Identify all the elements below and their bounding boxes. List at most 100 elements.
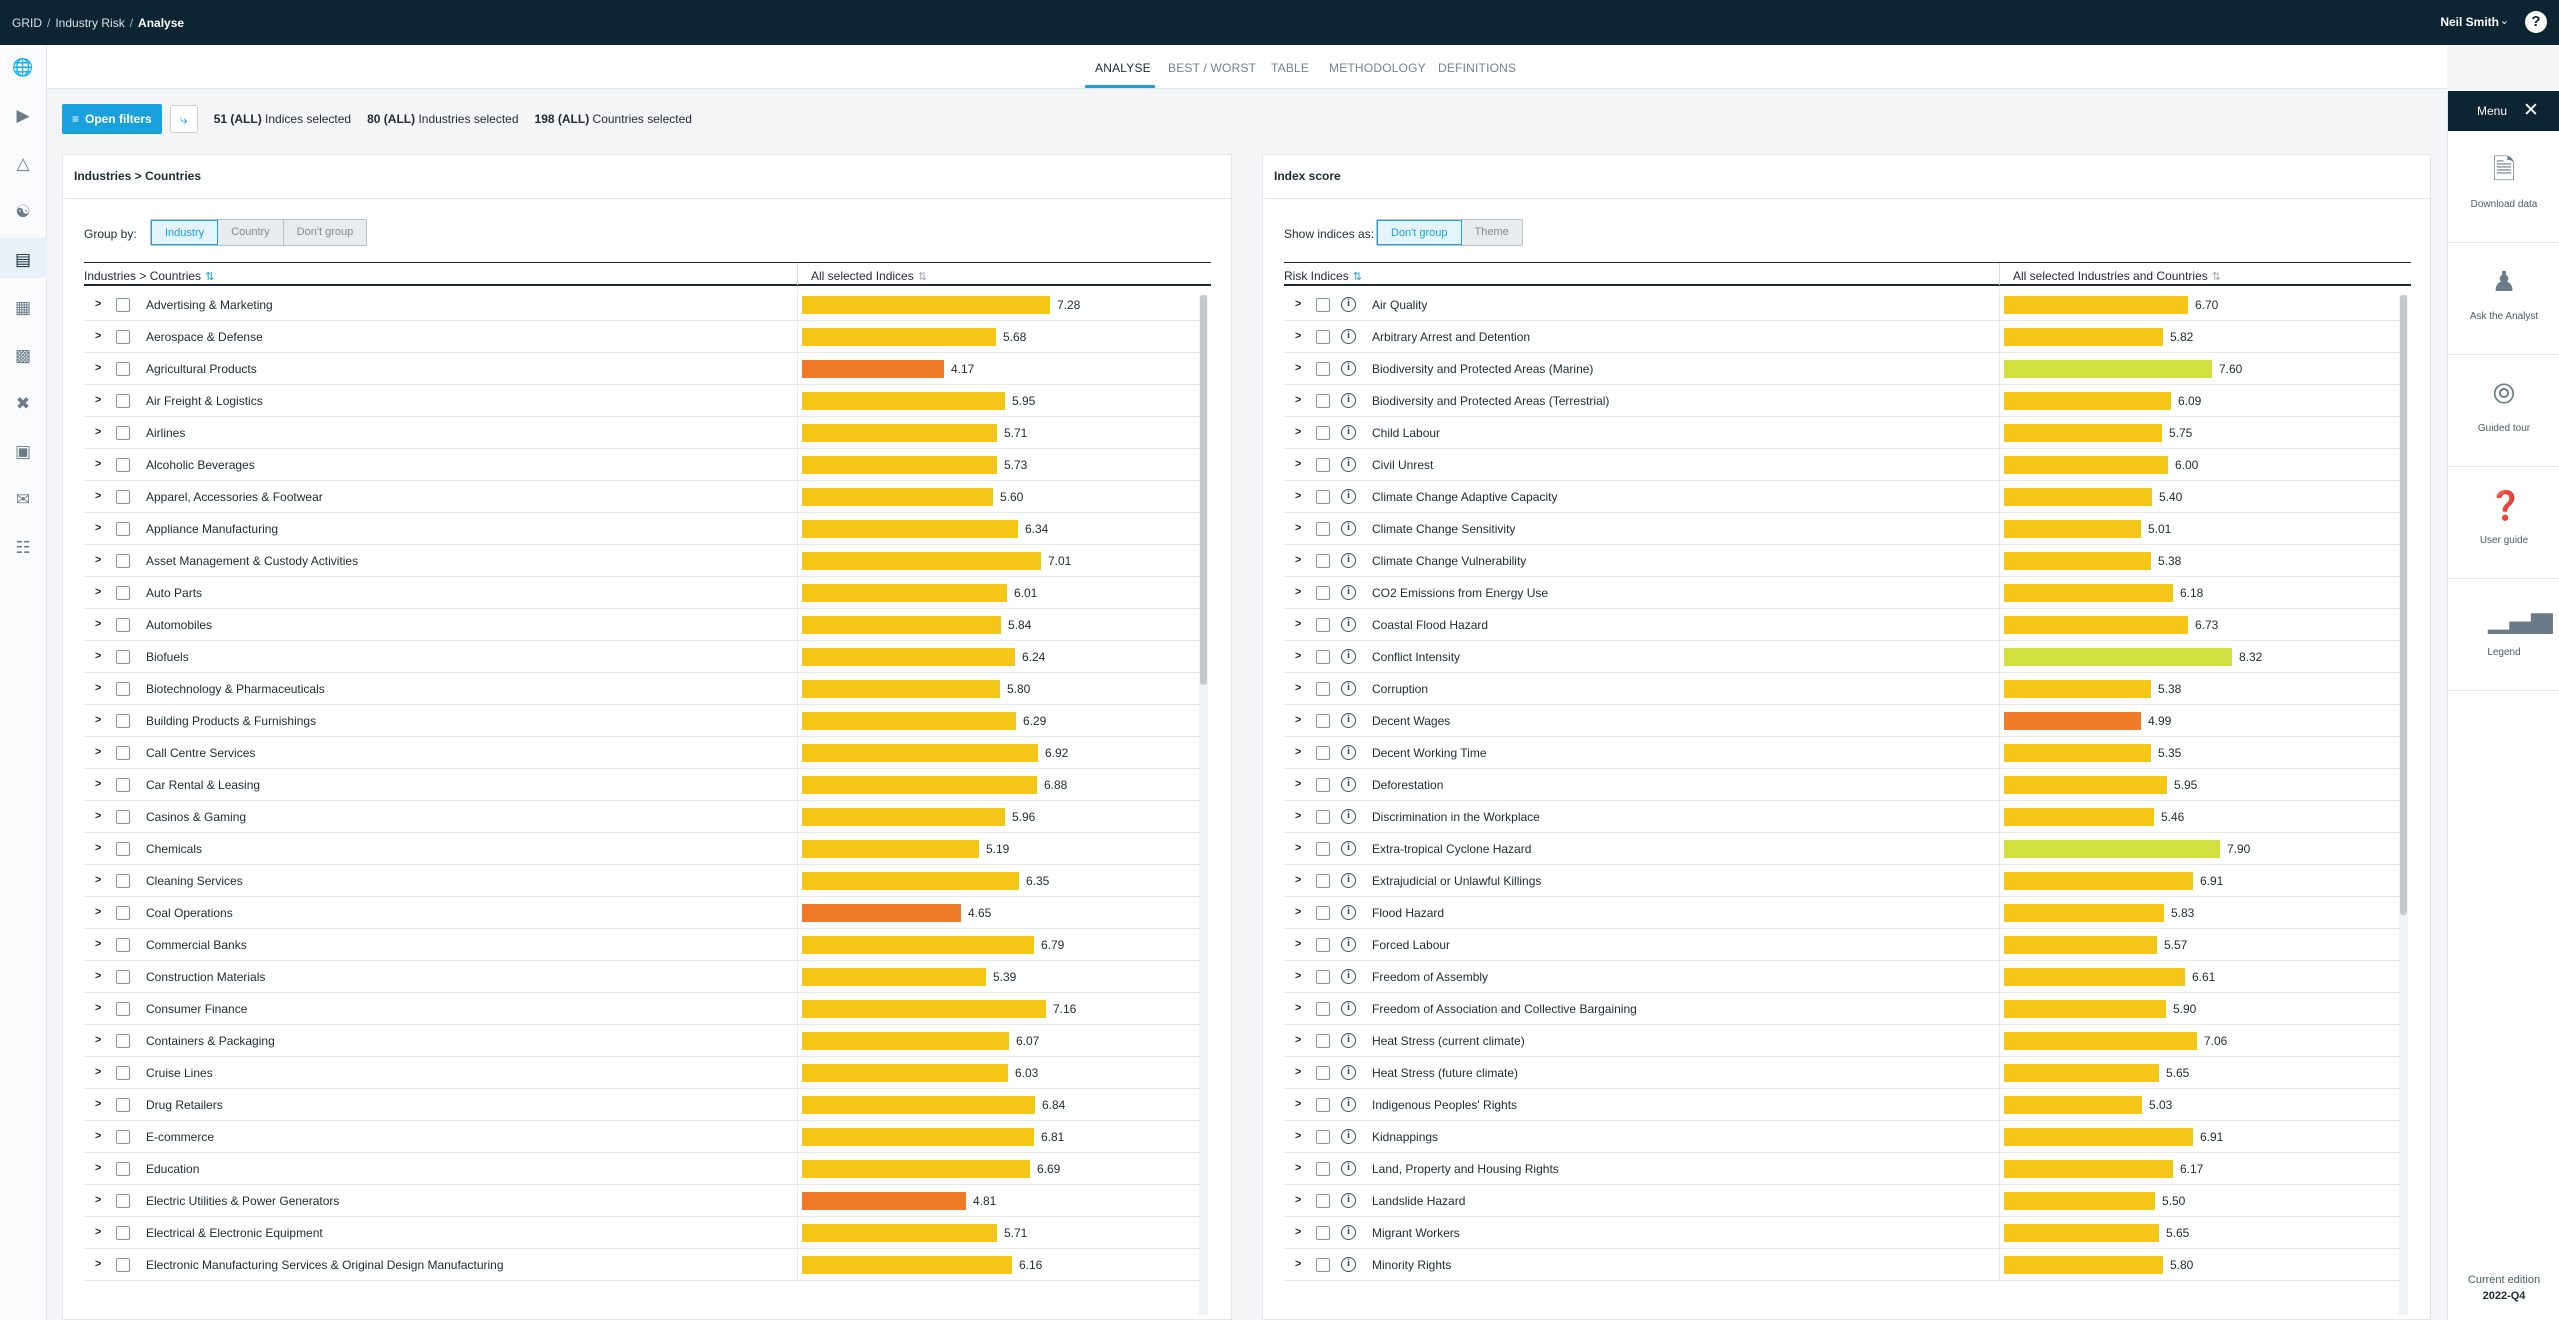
- table-row[interactable]: > Aerospace & Defense 5.68: [84, 321, 1204, 353]
- factory-icon[interactable]: ▦: [12, 297, 34, 319]
- row-checkbox[interactable]: [116, 746, 130, 760]
- chevron-right-icon[interactable]: >: [1295, 1098, 1301, 1110]
- table-row[interactable]: > Chemicals 5.19: [84, 833, 1204, 865]
- info-icon[interactable]: i: [1341, 969, 1356, 984]
- chevron-right-icon[interactable]: >: [95, 1066, 101, 1078]
- user-guide-button[interactable]: ❓ User guide: [2448, 467, 2559, 579]
- table-row[interactable]: > E-commerce 6.81: [84, 1121, 1204, 1153]
- sort-icon[interactable]: ⇅: [918, 271, 927, 283]
- table-row[interactable]: > Consumer Finance 7.16: [84, 993, 1204, 1025]
- chevron-right-icon[interactable]: >: [95, 682, 101, 694]
- buildings-icon[interactable]: ▩: [12, 345, 34, 367]
- table-row[interactable]: > i Minority Rights 5.80: [1284, 1249, 2404, 1281]
- table-row[interactable]: > Drug Retailers 6.84: [84, 1089, 1204, 1121]
- info-icon[interactable]: i: [1341, 777, 1356, 792]
- table-row[interactable]: > Electrical & Electronic Equipment 5.71: [84, 1217, 1204, 1249]
- chevron-right-icon[interactable]: >: [1295, 618, 1301, 630]
- chevron-right-icon[interactable]: >: [1295, 970, 1301, 982]
- chevron-right-icon[interactable]: >: [95, 874, 101, 886]
- chevron-right-icon[interactable]: >: [95, 970, 101, 982]
- chevron-right-icon[interactable]: >: [95, 1258, 101, 1270]
- chevron-right-icon[interactable]: >: [95, 650, 101, 662]
- chevron-right-icon[interactable]: >: [1295, 1002, 1301, 1014]
- row-checkbox[interactable]: [1316, 842, 1330, 856]
- info-icon[interactable]: i: [1341, 489, 1356, 504]
- table-row[interactable]: > Electronic Manufacturing Services & Ori…: [84, 1249, 1204, 1281]
- row-checkbox[interactable]: [1316, 554, 1330, 568]
- chevron-right-icon[interactable]: >: [1295, 810, 1301, 822]
- row-checkbox[interactable]: [116, 1130, 130, 1144]
- table-row[interactable]: > i Landslide Hazard 5.50: [1284, 1185, 2404, 1217]
- row-checkbox[interactable]: [1316, 458, 1330, 472]
- table-row[interactable]: > i Heat Stress (current climate) 7.06: [1284, 1025, 2404, 1057]
- table-row[interactable]: > Auto Parts 6.01: [84, 577, 1204, 609]
- row-checkbox[interactable]: [116, 426, 130, 440]
- chevron-right-icon[interactable]: >: [95, 1130, 101, 1142]
- table-row[interactable]: > Construction Materials 5.39: [84, 961, 1204, 993]
- table-row[interactable]: > Air Freight & Logistics 5.95: [84, 385, 1204, 417]
- table-row[interactable]: > Biofuels 6.24: [84, 641, 1204, 673]
- tab-methodology[interactable]: METHODOLOGY: [1329, 61, 1426, 75]
- row-checkbox[interactable]: [1316, 586, 1330, 600]
- table-row[interactable]: > i Kidnappings 6.91: [1284, 1121, 2404, 1153]
- table-row[interactable]: > Car Rental & Leasing 6.88: [84, 769, 1204, 801]
- table-row[interactable]: > i Discrimination in the Workplace 5.46: [1284, 801, 2404, 833]
- chevron-right-icon[interactable]: >: [1295, 1066, 1301, 1078]
- table-row[interactable]: > i Corruption 5.38: [1284, 673, 2404, 705]
- chevron-right-icon[interactable]: >: [95, 586, 101, 598]
- row-checkbox[interactable]: [1316, 1226, 1330, 1240]
- info-icon[interactable]: i: [1341, 457, 1356, 472]
- info-icon[interactable]: i: [1341, 873, 1356, 888]
- row-checkbox[interactable]: [1316, 618, 1330, 632]
- chevron-right-icon[interactable]: >: [95, 426, 101, 438]
- row-checkbox[interactable]: [1316, 778, 1330, 792]
- col-industries-header[interactable]: Industries > Countries ⇅: [84, 269, 214, 283]
- chevron-right-icon[interactable]: >: [1295, 906, 1301, 918]
- chevron-right-icon[interactable]: >: [95, 714, 101, 726]
- table-row[interactable]: > i Decent Working Time 5.35: [1284, 737, 2404, 769]
- row-checkbox[interactable]: [116, 330, 130, 344]
- row-checkbox[interactable]: [1316, 1162, 1330, 1176]
- info-icon[interactable]: i: [1341, 1129, 1356, 1144]
- row-checkbox[interactable]: [116, 394, 130, 408]
- row-checkbox[interactable]: [1316, 810, 1330, 824]
- col-risk-indices-header[interactable]: Risk Indices ⇅: [1284, 269, 1362, 283]
- table-row[interactable]: > Apparel, Accessories & Footwear 5.60: [84, 481, 1204, 513]
- table-row[interactable]: > Agricultural Products 4.17: [84, 353, 1204, 385]
- row-checkbox[interactable]: [1316, 746, 1330, 760]
- chevron-right-icon[interactable]: >: [1295, 426, 1301, 438]
- table-row[interactable]: > i Decent Wages 4.99: [1284, 705, 2404, 737]
- tab-table[interactable]: TABLE: [1271, 61, 1309, 75]
- info-icon[interactable]: i: [1341, 297, 1356, 312]
- row-checkbox[interactable]: [116, 1162, 130, 1176]
- chevron-right-icon[interactable]: >: [1295, 778, 1301, 790]
- row-checkbox[interactable]: [1316, 714, 1330, 728]
- table-row[interactable]: > i Biodiversity and Protected Areas (Terr…: [1284, 385, 2404, 417]
- calendar-icon[interactable]: ☷: [12, 537, 34, 559]
- table-row[interactable]: > i Climate Change Vulnerability 5.38: [1284, 545, 2404, 577]
- row-checkbox[interactable]: [1316, 426, 1330, 440]
- row-checkbox[interactable]: [116, 1194, 130, 1208]
- row-checkbox[interactable]: [1316, 682, 1330, 696]
- breadcrumb-grid[interactable]: GRID: [12, 16, 42, 30]
- info-icon[interactable]: i: [1341, 905, 1356, 920]
- tab-best-worst[interactable]: BEST / WORST: [1168, 61, 1256, 75]
- group-none-option[interactable]: Don't group: [284, 220, 367, 245]
- row-checkbox[interactable]: [1316, 298, 1330, 312]
- group-country-option[interactable]: Country: [218, 220, 284, 245]
- row-checkbox[interactable]: [116, 618, 130, 632]
- sort-icon[interactable]: ⇅: [2212, 271, 2221, 283]
- row-checkbox[interactable]: [116, 554, 130, 568]
- chevron-right-icon[interactable]: >: [1295, 1226, 1301, 1238]
- show-dont-group-option[interactable]: Don't group: [1377, 220, 1462, 245]
- row-checkbox[interactable]: [1316, 362, 1330, 376]
- row-checkbox[interactable]: [1316, 1066, 1330, 1080]
- alert-triangle-icon[interactable]: △: [12, 153, 34, 175]
- sort-icon[interactable]: ⇅: [1353, 271, 1362, 283]
- info-icon[interactable]: i: [1341, 1193, 1356, 1208]
- chevron-right-icon[interactable]: >: [1295, 1258, 1301, 1270]
- chevron-right-icon[interactable]: >: [95, 298, 101, 310]
- chevron-right-icon[interactable]: >: [95, 394, 101, 406]
- info-icon[interactable]: i: [1341, 1001, 1356, 1016]
- row-checkbox[interactable]: [1316, 970, 1330, 984]
